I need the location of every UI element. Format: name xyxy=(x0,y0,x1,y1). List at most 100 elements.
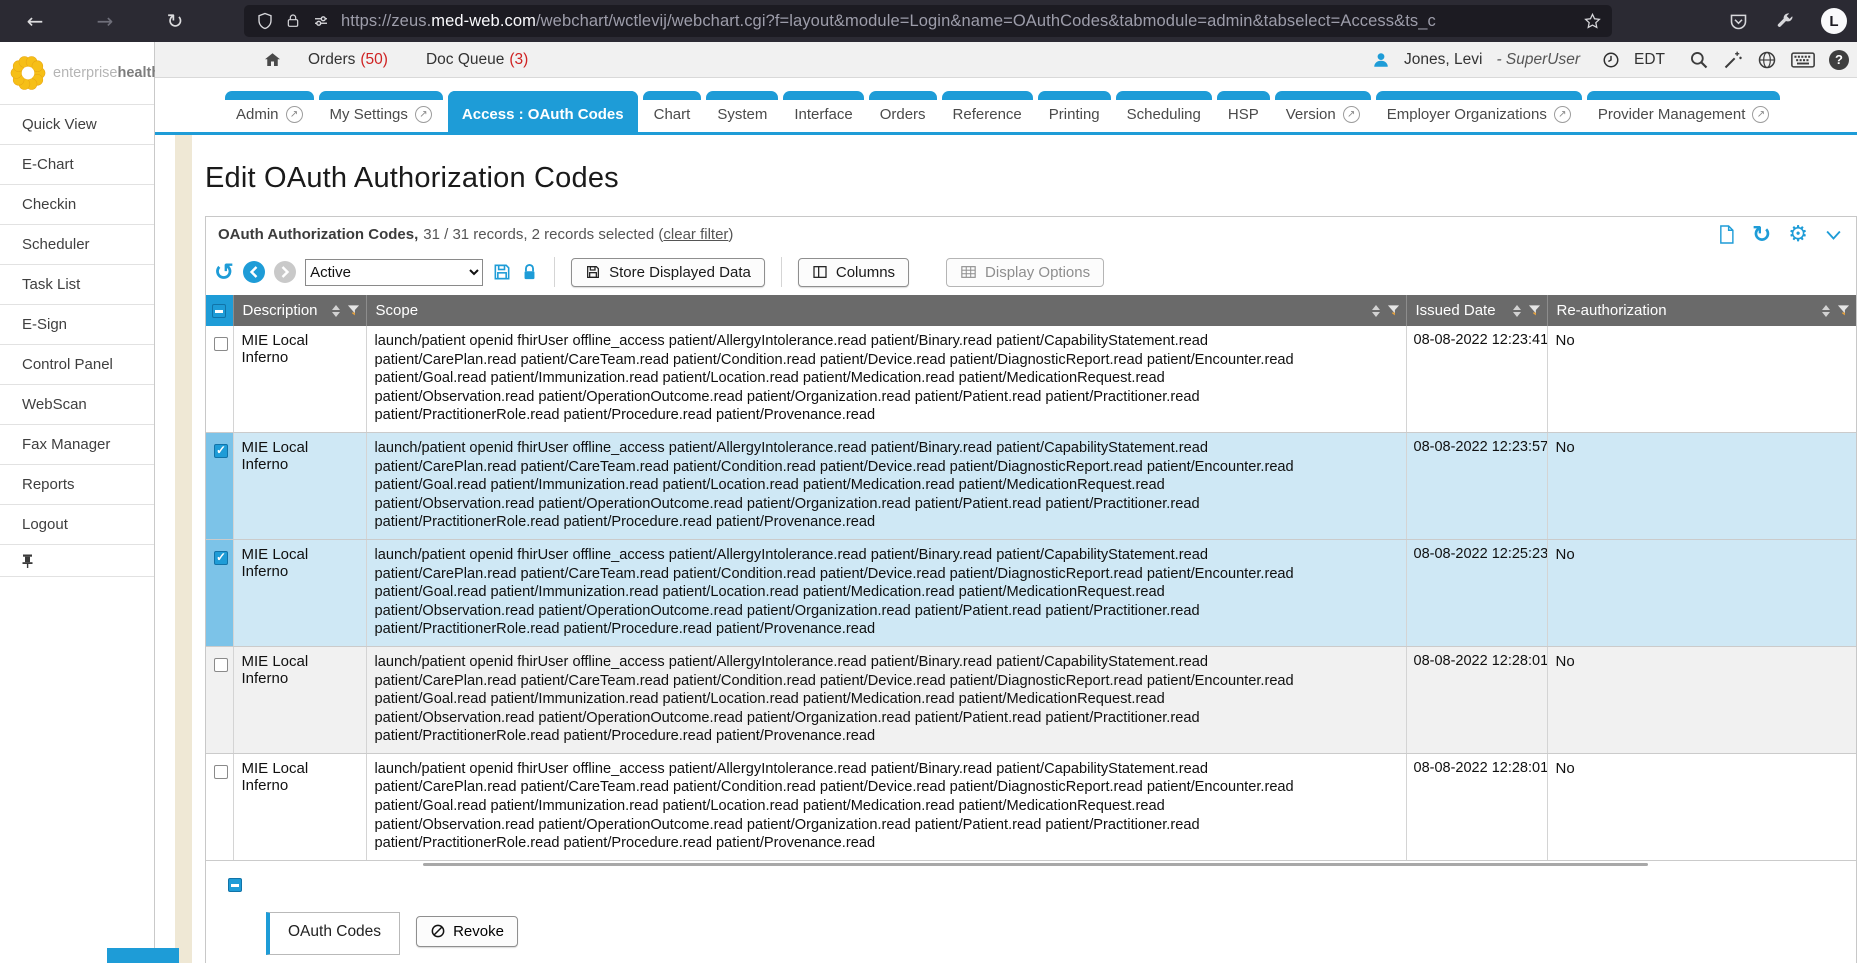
filter-icon[interactable] xyxy=(1387,304,1400,317)
refresh-panel-icon[interactable]: ↻ xyxy=(1752,225,1771,245)
browser-refresh-button[interactable]: ↻ xyxy=(158,6,192,36)
filter-icon[interactable] xyxy=(1528,304,1541,317)
row-checkbox[interactable] xyxy=(214,658,228,672)
tab-scheduling[interactable]: Scheduling xyxy=(1116,91,1212,132)
sidebar-item-logout[interactable]: Logout xyxy=(0,504,154,544)
tab-system[interactable]: System xyxy=(706,91,778,132)
sidebar-item-quick-view[interactable]: Quick View xyxy=(0,104,154,144)
clock-icon[interactable] xyxy=(1602,51,1620,69)
sidebar-item-fax-manager[interactable]: Fax Manager xyxy=(0,424,154,464)
columns-icon xyxy=(812,264,828,280)
row-select-cell xyxy=(206,432,233,539)
pocket-icon[interactable] xyxy=(1728,11,1749,32)
sidebar-item-task-list[interactable]: Task List xyxy=(0,264,154,304)
column-header-description[interactable]: Description xyxy=(233,295,366,326)
url-bar[interactable]: https://zeus.med-web.com/webchart/wctlev… xyxy=(244,5,1612,37)
filter-icon[interactable] xyxy=(347,304,360,317)
column-header-issued-date[interactable]: Issued Date xyxy=(1406,295,1547,326)
columns-button[interactable]: Columns xyxy=(798,258,909,287)
pushpin-icon[interactable] xyxy=(21,554,154,568)
clear-filter-link[interactable]: clear filter xyxy=(663,226,728,243)
save-filter-icon[interactable] xyxy=(492,262,512,282)
tab-reference[interactable]: Reference xyxy=(942,91,1033,132)
wrench-icon[interactable] xyxy=(1775,11,1795,31)
filter-icon[interactable] xyxy=(1837,304,1850,317)
undo-icon[interactable]: ↺ xyxy=(214,262,234,282)
browser-forward-button[interactable]: → xyxy=(88,6,122,36)
tab-employer-organizations[interactable]: Employer Organizations↗ xyxy=(1376,91,1582,132)
new-document-icon[interactable] xyxy=(1718,225,1735,244)
url-text[interactable]: https://zeus.med-web.com/webchart/wctlev… xyxy=(341,12,1572,31)
sort-icon[interactable] xyxy=(1513,305,1521,317)
scope-text: launch/patient openid fhirUser offline_a… xyxy=(375,439,1398,458)
sidebar-item-e-sign[interactable]: E-Sign xyxy=(0,304,154,344)
home-icon[interactable] xyxy=(263,51,282,69)
tab-access-oauth-codes[interactable]: Access : OAuth Codes xyxy=(448,91,638,132)
lock-icon[interactable] xyxy=(285,13,301,29)
table-row[interactable]: MIE Local Inferno launch/patient openid … xyxy=(206,646,1856,753)
tab-version[interactable]: Version↗ xyxy=(1275,91,1371,132)
revoke-button[interactable]: Revoke xyxy=(416,916,518,947)
tab-provider-management[interactable]: Provider Management↗ xyxy=(1587,91,1781,132)
gear-icon[interactable]: ⚙ xyxy=(1788,225,1808,245)
bookmark-star-icon[interactable] xyxy=(1583,12,1602,31)
keyboard-icon[interactable] xyxy=(1791,51,1815,69)
next-page-button[interactable] xyxy=(274,261,296,283)
brand-name-light: enterprise xyxy=(53,65,117,81)
store-displayed-data-button[interactable]: Store Displayed Data xyxy=(571,258,765,287)
sidebar-item-reports[interactable]: Reports xyxy=(0,464,154,504)
row-checkbox[interactable] xyxy=(214,444,228,458)
user-name[interactable]: Jones, Levi xyxy=(1404,51,1482,69)
wand-icon[interactable] xyxy=(1723,50,1743,70)
collapse-chevron-icon[interactable] xyxy=(1825,228,1842,242)
search-icon[interactable] xyxy=(1689,50,1709,70)
row-checkbox[interactable] xyxy=(214,551,228,565)
profile-avatar[interactable]: L xyxy=(1821,8,1847,34)
tab-oauth-codes[interactable]: OAuth Codes xyxy=(266,912,400,955)
row-checkbox[interactable] xyxy=(214,765,228,779)
table-row[interactable]: MIE Local Inferno launch/patient openid … xyxy=(206,539,1856,646)
sort-icon[interactable] xyxy=(1372,305,1380,317)
permissions-icon[interactable] xyxy=(312,12,330,30)
sidebar-item-webscan[interactable]: WebScan xyxy=(0,384,154,424)
sort-icon[interactable] xyxy=(1822,305,1830,317)
table-row[interactable]: MIE Local Inferno launch/patient openid … xyxy=(206,432,1856,539)
help-icon[interactable]: ? xyxy=(1829,50,1849,70)
doc-queue-link[interactable]: Doc Queue (3) xyxy=(426,51,528,69)
display-options-button[interactable]: Display Options xyxy=(946,258,1104,287)
column-header-re-authorization[interactable]: Re-authorization xyxy=(1547,295,1856,326)
tab-chart[interactable]: Chart xyxy=(643,91,702,132)
doc-queue-count: (3) xyxy=(509,51,528,69)
column-header-scope[interactable]: Scope xyxy=(366,295,1406,326)
previous-page-button[interactable] xyxy=(243,261,265,283)
orders-link[interactable]: Orders (50) xyxy=(308,51,388,69)
bottom-select-all-checkbox[interactable] xyxy=(228,878,242,892)
tab-admin[interactable]: Admin↗ xyxy=(225,91,314,132)
back-icon: ← xyxy=(27,9,44,33)
sidebar-item-scheduler[interactable]: Scheduler xyxy=(0,224,154,264)
tab-orders[interactable]: Orders xyxy=(869,91,937,132)
description-cell: MIE Local Inferno xyxy=(233,646,366,753)
select-all-checkbox[interactable] xyxy=(212,304,226,318)
sort-icon[interactable] xyxy=(332,305,340,317)
scope-text: patient/PractitionerRole.read patient/Pr… xyxy=(375,834,1398,853)
tab-hsp[interactable]: HSP xyxy=(1217,91,1270,132)
tab-interface[interactable]: Interface xyxy=(783,91,863,132)
shield-icon[interactable] xyxy=(256,12,274,30)
table-row[interactable]: MIE Local Inferno launch/patient openid … xyxy=(206,326,1856,432)
display-options-icon xyxy=(960,264,977,280)
sidebar-item-checkin[interactable]: Checkin xyxy=(0,184,154,224)
sidebar-item-e-chart[interactable]: E-Chart xyxy=(0,144,154,184)
scope-text: patient/CarePlan.read patient/CareTeam.r… xyxy=(375,351,1398,370)
brand-name-bold: health xyxy=(117,65,160,81)
globe-icon[interactable] xyxy=(1757,50,1777,70)
sidebar-item-control-panel[interactable]: Control Panel xyxy=(0,344,154,384)
display-options-label: Display Options xyxy=(985,264,1090,281)
row-checkbox[interactable] xyxy=(214,337,228,351)
tab-my-settings[interactable]: My Settings↗ xyxy=(319,91,443,132)
tab-printing[interactable]: Printing xyxy=(1038,91,1111,132)
lock-filter-icon[interactable] xyxy=(521,262,538,282)
table-row[interactable]: MIE Local Inferno launch/patient openid … xyxy=(206,753,1856,860)
status-filter-select[interactable]: Active xyxy=(305,259,483,286)
browser-back-button[interactable]: ← xyxy=(18,6,52,36)
